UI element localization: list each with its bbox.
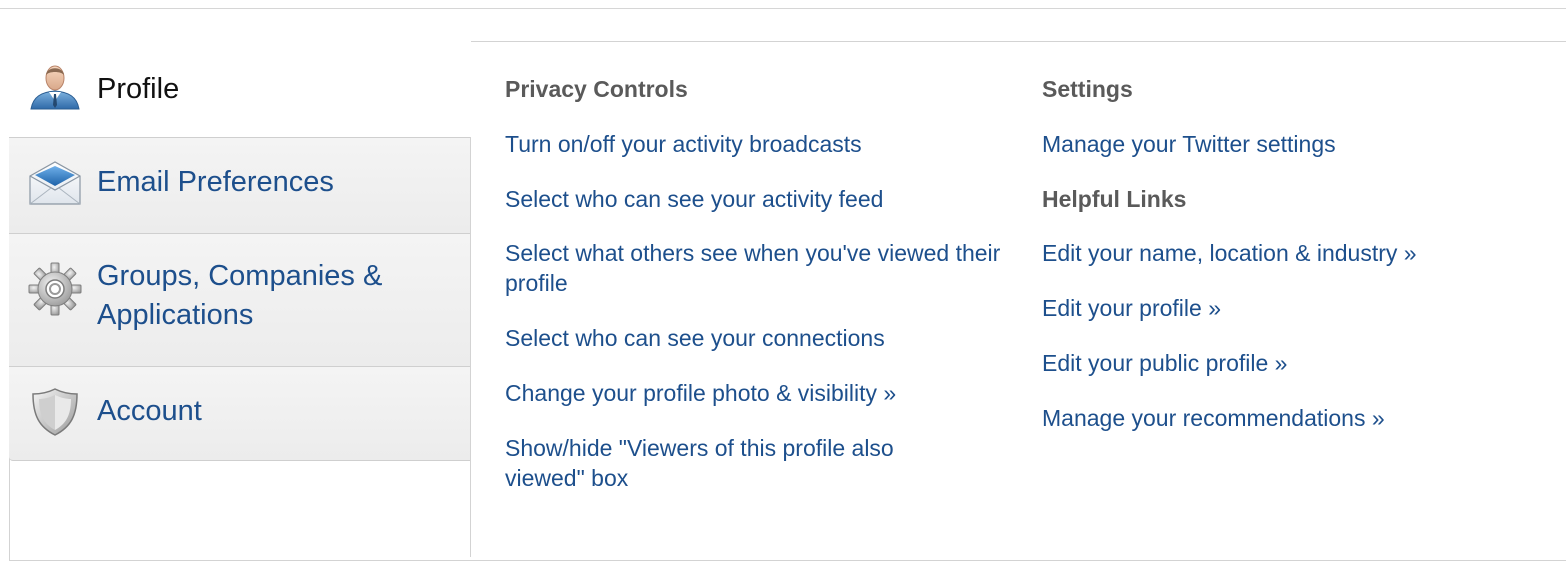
link-connections[interactable]: Select who can see your connections — [505, 323, 885, 353]
user-profile-icon — [27, 61, 83, 111]
link-viewed-profile[interactable]: Select what others see when you've viewe… — [505, 238, 1010, 298]
tab-email-preferences-label: Email Preferences — [97, 166, 334, 198]
tab-account-label: Account — [97, 395, 202, 427]
settings-heading: Settings — [1042, 76, 1133, 102]
tab-email-preferences[interactable]: Email Preferences — [9, 137, 471, 233]
link-activity-broadcasts[interactable]: Turn on/off your activity broadcasts — [505, 129, 862, 159]
privacy-controls-heading: Privacy Controls — [505, 76, 688, 102]
link-viewers-also-viewed[interactable]: Show/hide "Viewers of this profile also … — [505, 433, 955, 493]
helpful-links-heading: Helpful Links — [1042, 186, 1187, 212]
link-edit-profile[interactable]: Edit your profile » — [1042, 293, 1221, 323]
tab-groups-label: Groups, Companies & Applications — [97, 260, 383, 331]
top-divider — [0, 8, 1566, 9]
envelope-icon — [27, 158, 83, 208]
link-edit-public-profile[interactable]: Edit your public profile » — [1042, 348, 1287, 378]
column-divider — [470, 137, 471, 557]
link-profile-photo-visibility[interactable]: Change your profile photo & visibility » — [505, 378, 896, 408]
shield-icon — [27, 387, 83, 437]
tab-account[interactable]: Account — [9, 366, 471, 461]
gear-icon — [27, 262, 83, 316]
link-twitter-settings[interactable]: Manage your Twitter settings — [1042, 129, 1336, 159]
tab-groups-companies-applications[interactable]: Groups, Companies & Applications — [9, 233, 471, 366]
link-edit-name-location-industry[interactable]: Edit your name, location & industry » — [1042, 238, 1417, 268]
link-manage-recommendations[interactable]: Manage your recommendations » — [1042, 403, 1385, 433]
link-activity-feed[interactable]: Select who can see your activity feed — [505, 184, 883, 214]
tab-profile[interactable]: Profile — [9, 41, 471, 137]
tab-profile-label: Profile — [97, 73, 180, 105]
